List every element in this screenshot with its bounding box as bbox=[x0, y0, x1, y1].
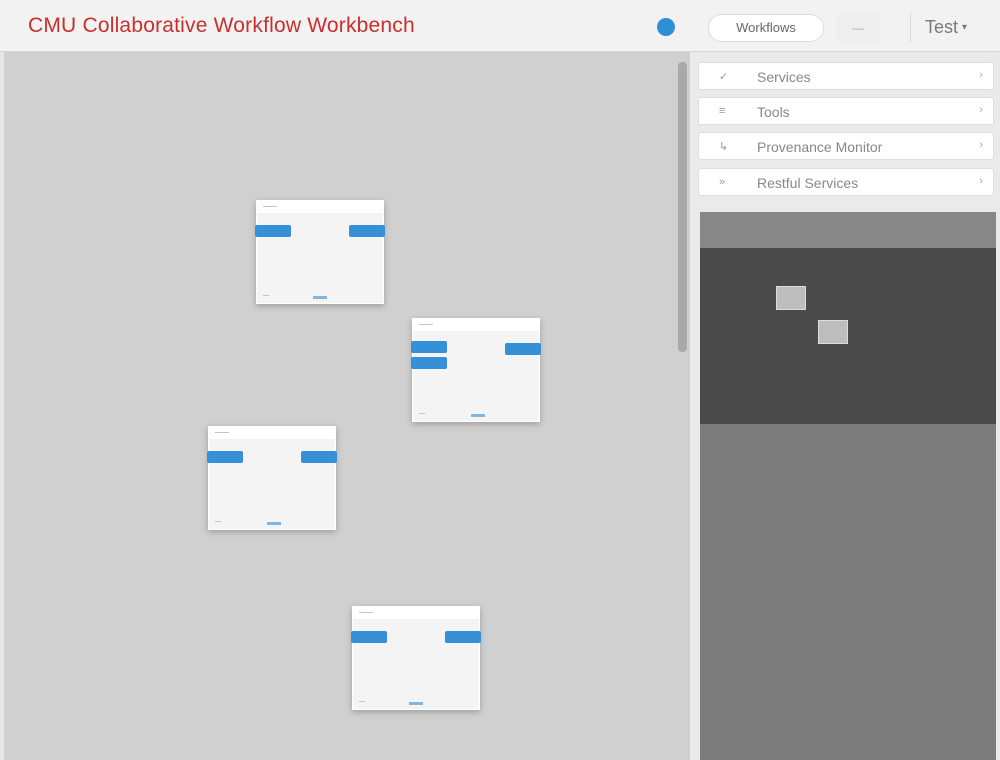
minimap-node bbox=[776, 286, 806, 310]
section-provenance-monitor[interactable]: ↳ Provenance Monitor › bbox=[698, 132, 994, 160]
chevron-right-icon: › bbox=[979, 104, 983, 116]
node-footer: — bbox=[359, 699, 365, 705]
check-icon: ✓ bbox=[719, 71, 729, 83]
chevron-down-icon: ▾ bbox=[961, 22, 968, 34]
output-port[interactable] bbox=[505, 343, 541, 355]
node-footer-link[interactable] bbox=[471, 414, 485, 417]
node-footer-link[interactable] bbox=[267, 522, 281, 525]
output-port[interactable] bbox=[349, 225, 385, 237]
node-footer-link[interactable] bbox=[313, 296, 327, 299]
section-label: Services bbox=[757, 69, 811, 85]
forward-icon: » bbox=[719, 176, 726, 188]
user-menu-button[interactable]: Test ▾ bbox=[910, 12, 981, 42]
chevron-right-icon: › bbox=[979, 175, 983, 187]
workflow-node[interactable]: —— — bbox=[411, 318, 541, 422]
chevron-right-icon: › bbox=[979, 139, 983, 151]
canvas-minimap[interactable] bbox=[700, 212, 996, 760]
input-port[interactable] bbox=[411, 357, 447, 369]
section-tools[interactable]: ≡ Tools › bbox=[698, 97, 994, 125]
node-title: —— bbox=[419, 321, 433, 328]
node-title: —— bbox=[215, 429, 229, 436]
app-title: CMU Collaborative Workflow Workbench bbox=[28, 14, 415, 37]
workflow-node[interactable]: —— — bbox=[255, 200, 385, 304]
section-restful-services[interactable]: » Restful Services › bbox=[698, 168, 994, 196]
canvas-scrollbar[interactable] bbox=[678, 62, 687, 352]
node-header: —— bbox=[209, 427, 335, 439]
workflow-node[interactable]: —— — bbox=[351, 606, 481, 710]
workflows-button[interactable]: Workflows bbox=[708, 14, 824, 42]
node-footer: — bbox=[419, 411, 425, 417]
section-services[interactable]: ✓ Services › bbox=[698, 62, 994, 90]
section-label: Restful Services bbox=[757, 175, 859, 191]
section-label: Tools bbox=[757, 104, 790, 120]
output-port[interactable] bbox=[445, 631, 481, 643]
minimap-header bbox=[700, 212, 996, 248]
node-title: —— bbox=[359, 609, 373, 616]
workflow-node[interactable]: —— — bbox=[207, 426, 337, 530]
input-port[interactable] bbox=[351, 631, 387, 643]
app-header: CMU Collaborative Workflow Workbench Wor… bbox=[0, 0, 1000, 52]
input-port[interactable] bbox=[255, 225, 291, 237]
list-icon: ≡ bbox=[719, 105, 726, 117]
user-name: Test bbox=[924, 17, 958, 37]
node-header: —— bbox=[413, 319, 539, 331]
node-header: —— bbox=[257, 201, 383, 213]
input-port[interactable] bbox=[207, 451, 243, 463]
output-port[interactable] bbox=[301, 451, 337, 463]
chevron-right-icon: › bbox=[979, 69, 983, 81]
minimap-viewport[interactable] bbox=[700, 248, 996, 424]
node-header: —— bbox=[353, 607, 479, 619]
section-label: Provenance Monitor bbox=[757, 139, 883, 155]
node-title: —— bbox=[263, 203, 277, 210]
status-indicator-icon[interactable] bbox=[657, 18, 675, 36]
branch-icon: ↳ bbox=[719, 141, 729, 153]
node-footer: — bbox=[215, 519, 221, 525]
node-footer-link[interactable] bbox=[409, 702, 423, 705]
toolbar-small-button[interactable]: — bbox=[836, 14, 880, 42]
workflow-canvas[interactable]: —— — —— — —— — —— — bbox=[0, 52, 690, 760]
node-footer: — bbox=[263, 293, 269, 299]
minimap-node bbox=[818, 320, 848, 344]
input-port[interactable] bbox=[411, 341, 447, 353]
